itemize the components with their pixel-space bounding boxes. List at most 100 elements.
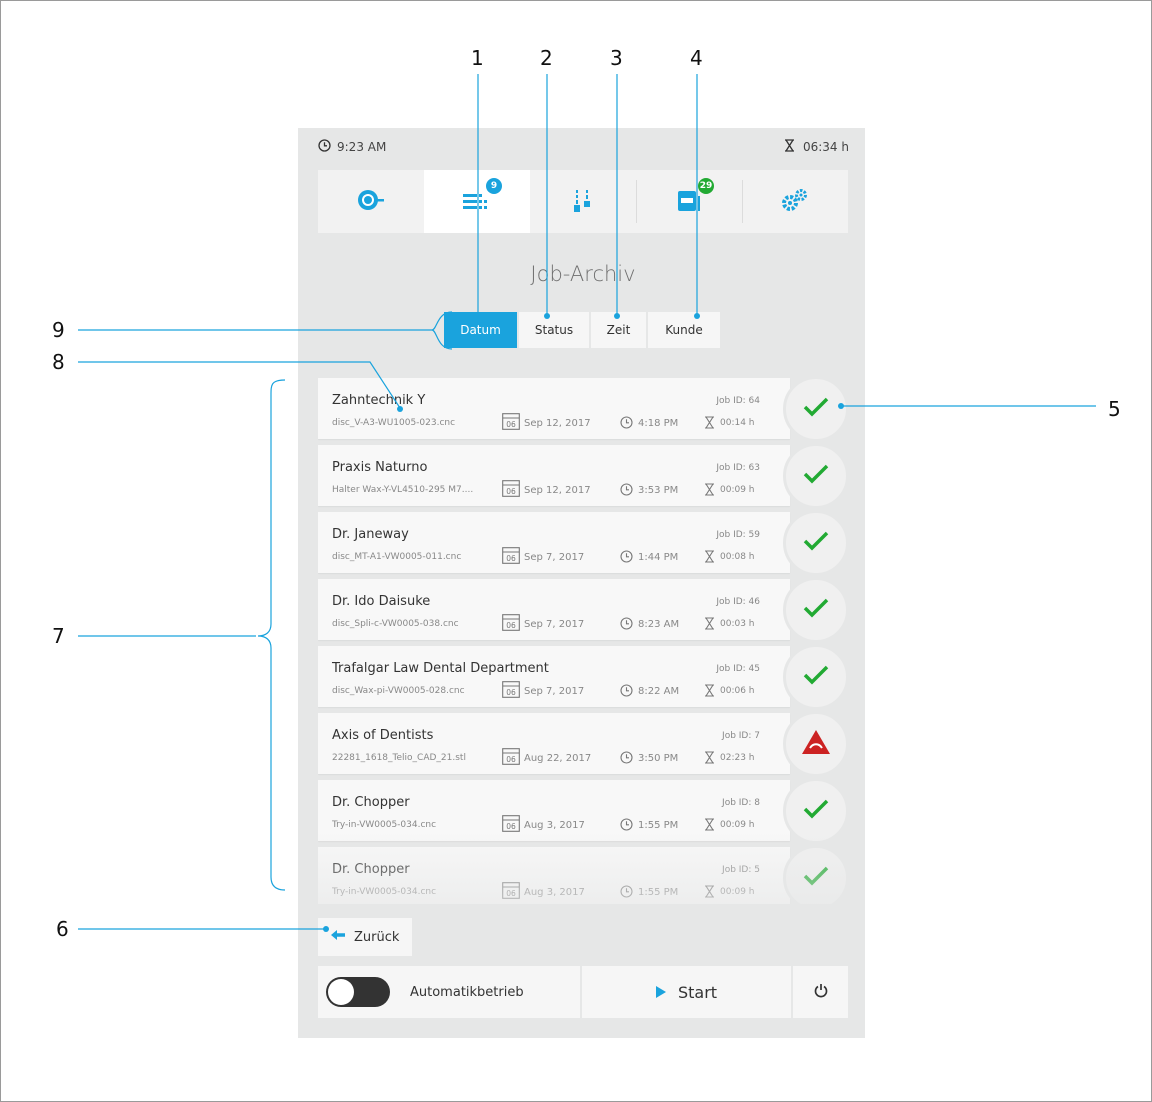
calendar-icon: 06 [502, 547, 520, 568]
job-customer: Dr. Chopper [332, 795, 410, 810]
job-row[interactable]: Zahntechnik Y disc_V-A3-WU1005-023.cnc 06 S… [318, 378, 848, 442]
play-icon [655, 983, 666, 1002]
job-status-indicator[interactable] [783, 577, 848, 643]
job-date: Sep 7, 2017 [524, 686, 585, 697]
back-button[interactable]: Zurück [318, 918, 412, 956]
job-card[interactable]: Dr. Janeway disc_MT-A1-VW0005-011.cnc 06 Se… [318, 512, 790, 573]
job-duration: 00:09 h [720, 887, 755, 897]
power-icon [814, 983, 828, 1002]
bottom-bar: Automatikbetrieb Start [318, 966, 848, 1018]
job-card[interactable]: Zahntechnik Y disc_V-A3-WU1005-023.cnc 06 S… [318, 378, 790, 439]
job-row[interactable]: Praxis Naturno Halter Wax-Y-VL4510-295 M7… [318, 443, 848, 509]
job-duration: 00:09 h [720, 485, 755, 495]
job-date: Sep 12, 2017 [524, 418, 591, 429]
job-card[interactable]: Dr. Chopper Try-in-VW0005-034.cnc 06 Aug 3,… [318, 780, 790, 841]
job-row[interactable]: Dr. Chopper Try-in-VW0005-034.cnc 06 Aug 3,… [318, 778, 848, 844]
job-card[interactable]: Dr. Ido Daisuke disc_Spli-c-VW0005-038.cn… [318, 579, 790, 640]
sort-zeit-button[interactable]: Zeit [591, 312, 646, 348]
auto-mode-label: Automatikbetrieb [410, 984, 524, 1000]
job-row[interactable]: Axis of Dentists 22281_1618_Telio_CAD_21.… [318, 711, 848, 777]
calendar-icon: 06 [502, 614, 520, 635]
job-id: Job ID: 45 [716, 664, 760, 674]
job-id: Job ID: 7 [722, 731, 760, 741]
sort-status-button[interactable]: Status [519, 312, 589, 348]
tab-tools[interactable] [530, 170, 636, 233]
job-time: 1:55 PM [638, 820, 679, 831]
svg-text:06: 06 [506, 688, 516, 697]
sort-datum-button[interactable]: Datum [444, 312, 517, 348]
tab-settings[interactable] [742, 170, 848, 233]
svg-text:06: 06 [506, 487, 516, 496]
job-customer: Trafalgar Law Dental Department [332, 661, 549, 676]
job-status-indicator[interactable] [783, 443, 848, 509]
job-status-indicator[interactable] [783, 778, 848, 844]
job-time: 3:53 PM [638, 485, 679, 496]
calendar-icon: 06 [502, 882, 520, 903]
job-time: 4:18 PM [638, 418, 679, 429]
job-id: Job ID: 5 [722, 865, 760, 875]
tools-icon [570, 186, 596, 218]
job-card[interactable]: Axis of Dentists 22281_1618_Telio_CAD_21.… [318, 713, 790, 774]
start-button[interactable]: Start [582, 966, 791, 1018]
job-date: Aug 22, 2017 [524, 753, 592, 764]
calendar-icon: 06 [502, 815, 520, 836]
page-title: Job-Archiv [530, 262, 636, 286]
job-time: 3:50 PM [638, 753, 679, 764]
svg-text:06: 06 [506, 420, 516, 429]
job-row[interactable]: Trafalgar Law Dental Department disc_Wax-… [318, 644, 848, 710]
job-row[interactable]: Dr. Chopper Try-in-VW0005-034.cnc 06 Aug 3,… [318, 845, 848, 904]
job-status-indicator[interactable] [783, 510, 848, 576]
hourglass-icon [704, 548, 715, 567]
job-time: 8:22 AM [638, 686, 680, 697]
job-row[interactable]: Dr. Janeway disc_MT-A1-VW0005-011.cnc 06 Se… [318, 510, 848, 576]
tab-job-list[interactable]: 9 [424, 170, 530, 233]
arrow-left-icon [330, 929, 346, 945]
job-card[interactable]: Trafalgar Law Dental Department disc_Wax-… [318, 646, 790, 707]
callout-2: 2 [540, 46, 553, 70]
svg-text:06: 06 [506, 755, 516, 764]
calendar-icon: 06 [502, 748, 520, 769]
auto-mode-toggle[interactable] [326, 977, 390, 1007]
job-row[interactable]: Dr. Ido Daisuke disc_Spli-c-VW0005-038.cn… [318, 577, 848, 643]
svg-text:06: 06 [506, 554, 516, 563]
job-duration: 00:03 h [720, 619, 755, 629]
gears-icon [780, 187, 810, 217]
success-check-icon [803, 531, 829, 555]
callout-1: 1 [471, 46, 484, 70]
job-status-indicator[interactable] [783, 644, 848, 710]
success-check-icon [803, 866, 829, 890]
svg-text:06: 06 [506, 889, 516, 898]
job-status-indicator[interactable] [783, 711, 848, 777]
calendar-icon: 06 [502, 681, 520, 702]
job-status-indicator[interactable] [783, 845, 848, 904]
hourglass-icon [704, 615, 715, 634]
job-filename: disc_V-A3-WU1005-023.cnc [332, 418, 456, 428]
calendar-icon: 06 [502, 413, 520, 434]
callout-4: 4 [690, 46, 703, 70]
callout-8: 8 [52, 350, 65, 374]
calendar-icon: 06 [502, 480, 520, 501]
job-filename: 22281_1618_Telio_CAD_21.stl [332, 753, 466, 763]
job-status-indicator[interactable] [783, 378, 848, 442]
spindle-icon [356, 187, 386, 217]
job-duration: 00:06 h [720, 686, 755, 696]
clock-icon [620, 548, 633, 567]
hourglass-icon [704, 883, 715, 902]
svg-text:06: 06 [506, 621, 516, 630]
job-card[interactable]: Praxis Naturno Halter Wax-Y-VL4510-295 M7… [318, 445, 790, 506]
clock-icon [620, 481, 633, 500]
job-archive-list[interactable]: Zahntechnik Y disc_V-A3-WU1005-023.cnc 06 S… [318, 378, 848, 904]
tab-materials[interactable]: 29 [636, 170, 742, 233]
hourglass-icon [704, 749, 715, 768]
clock-icon [620, 749, 633, 768]
start-button-label: Start [677, 982, 718, 1002]
job-card[interactable]: Dr. Chopper Try-in-VW0005-034.cnc 06 Aug 3,… [318, 847, 790, 904]
job-filename: disc_Wax-pi-VW0005-028.cnc [332, 686, 465, 696]
sort-kunde-button[interactable]: Kunde [648, 312, 720, 348]
job-filename: Try-in-VW0005-034.cnc [332, 820, 437, 830]
hourglass-icon [704, 816, 715, 835]
power-button[interactable] [793, 966, 848, 1018]
job-id: Job ID: 8 [722, 798, 760, 808]
tab-machine[interactable] [318, 170, 424, 233]
job-customer: Praxis Naturno [332, 460, 428, 475]
